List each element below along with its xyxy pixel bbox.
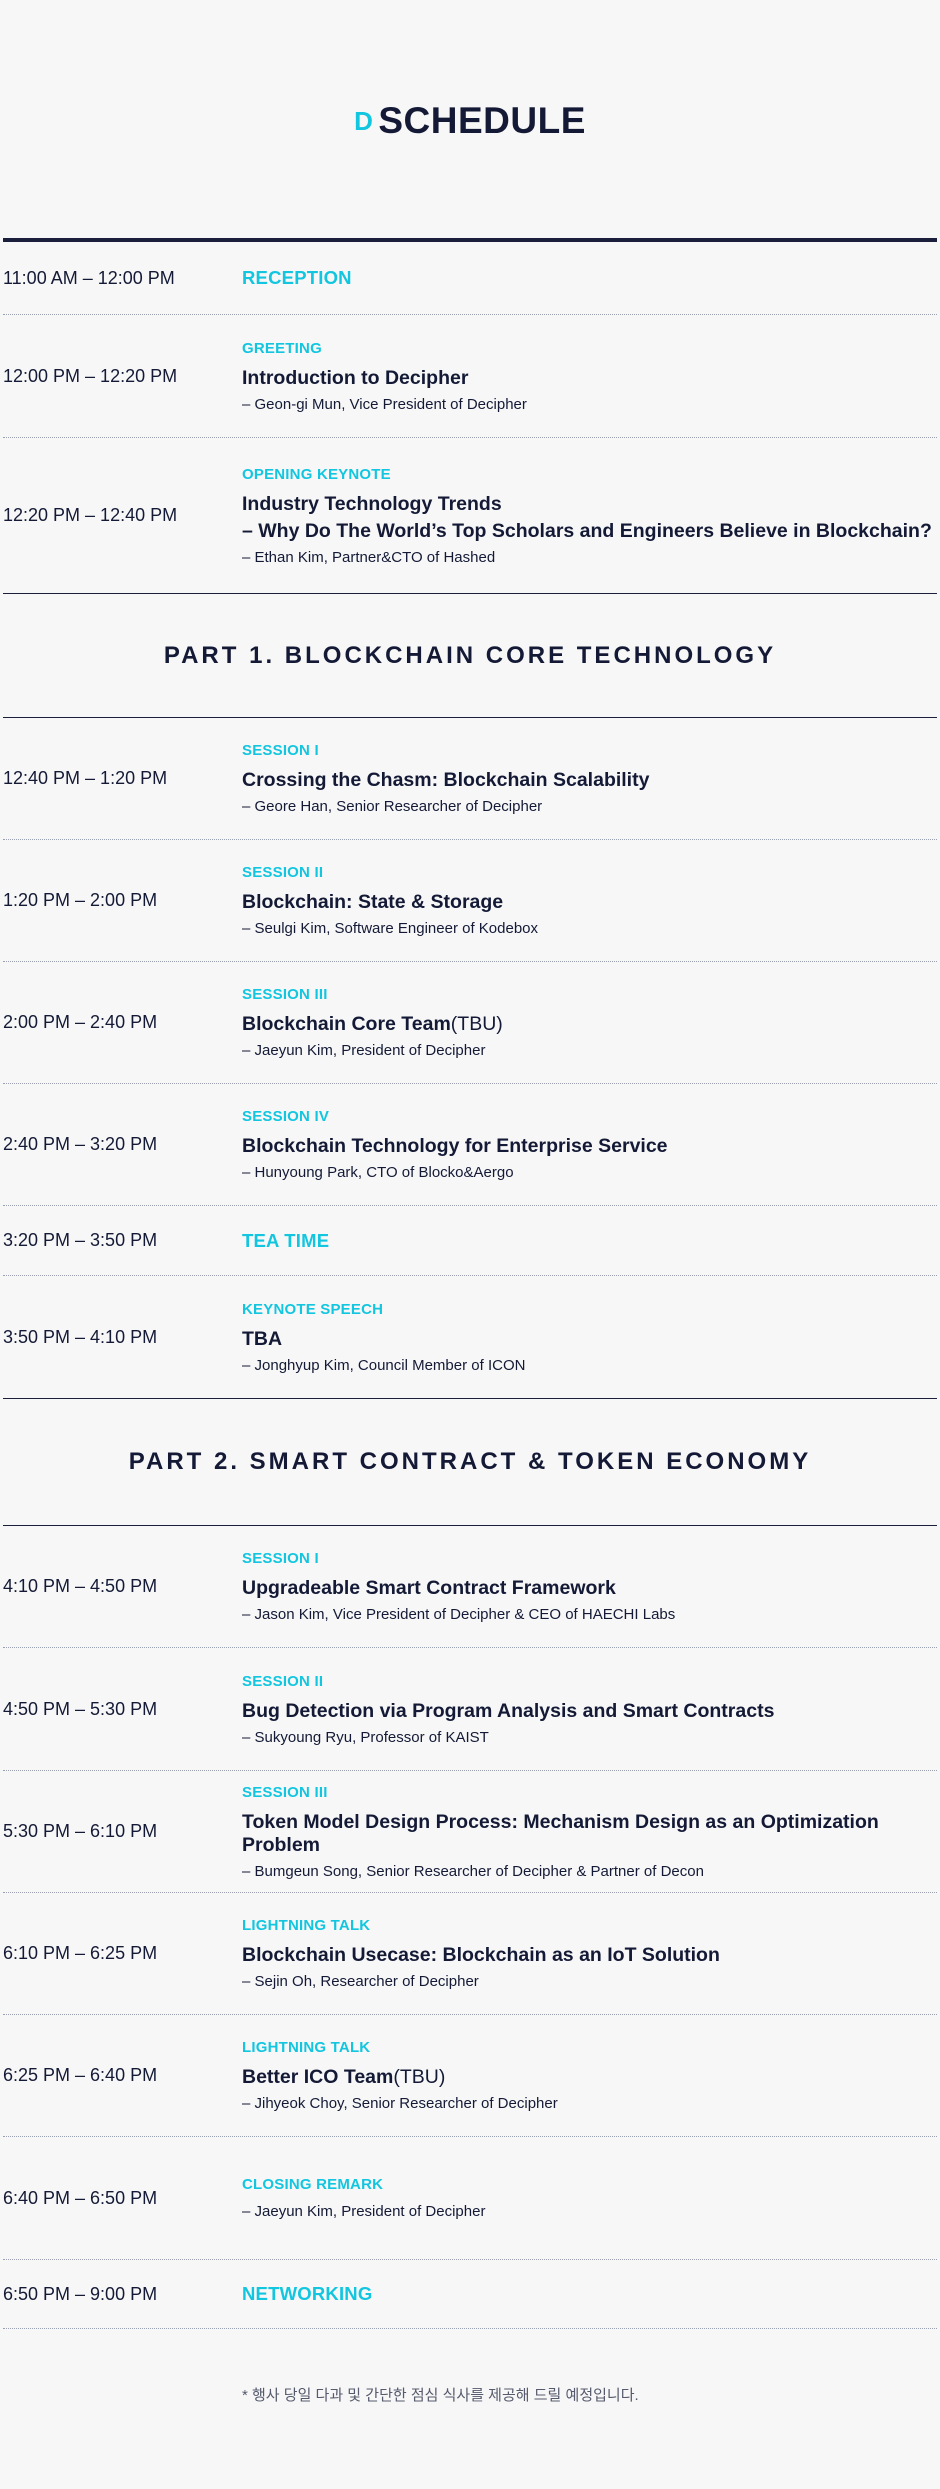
speaker: – Hunyoung Park, CTO of Blocko&Aergo bbox=[242, 1164, 514, 1181]
row-label: CLOSING REMARK bbox=[242, 2176, 384, 2193]
session-subtitle: – Why Do The World’s Top Scholars and En… bbox=[242, 519, 932, 542]
row-time: 12:00 PM – 12:20 PM bbox=[3, 365, 178, 386]
speaker: – Sejin Oh, Researcher of Decipher bbox=[242, 1973, 479, 1990]
schedule-row: 4:10 PM – 4:50 PM SESSION I Upgradeable … bbox=[3, 1526, 937, 1648]
row-label: SESSION II bbox=[242, 864, 324, 881]
row-time: 12:20 PM – 12:40 PM bbox=[3, 505, 178, 525]
row-label: SESSION I bbox=[242, 1550, 319, 1567]
schedule-heading: D SCHEDULE bbox=[0, 100, 940, 142]
session-title: Blockchain Core Team(TBU) bbox=[242, 1013, 937, 1036]
row-time: 4:10 PM – 4:50 PM bbox=[3, 1576, 158, 1596]
schedule-row: 2:40 PM – 3:20 PM SESSION IV Blockchain … bbox=[3, 1084, 937, 1206]
row-time: 5:30 PM – 6:10 PM bbox=[3, 1821, 158, 1841]
schedule-row: 6:10 PM – 6:25 PM LIGHTNING TALK Blockch… bbox=[3, 1893, 937, 2015]
schedule: 11:00 AM – 12:00 PM RECEPTION 12:00 PM –… bbox=[3, 238, 937, 2405]
tbu-tag: (TBU) bbox=[393, 2066, 446, 2088]
schedule-row-networking: 6:50 PM – 9:00 PM NETWORKING bbox=[3, 2260, 937, 2329]
row-label: GREETING bbox=[242, 339, 322, 357]
row-label: NETWORKING bbox=[242, 2283, 373, 2304]
schedule-row: 2:00 PM – 2:40 PM SESSION III Blockchain… bbox=[3, 962, 937, 1084]
decipher-logo-icon: D bbox=[354, 106, 374, 136]
part2-heading: PART 2. SMART CONTRACT & TOKEN ECONOMY bbox=[3, 1399, 937, 1526]
speaker: – Bumgeun Song, Senior Researcher of Dec… bbox=[242, 1862, 704, 1880]
row-label: SESSION IV bbox=[242, 1108, 330, 1125]
schedule-row-opening-keynote: 12:20 PM – 12:40 PM OPENING KEYNOTE Indu… bbox=[3, 438, 937, 594]
session-title: Better ICO Team(TBU) bbox=[242, 2066, 937, 2089]
speaker: – Ethan Kim, Partner&CTO of Hashed bbox=[242, 548, 496, 566]
speaker: – Jonghyup Kim, Council Member of ICON bbox=[242, 1356, 526, 1374]
row-label: SESSION II bbox=[242, 1672, 324, 1690]
row-time: 3:50 PM – 4:10 PM bbox=[3, 1326, 158, 1347]
row-time: 2:00 PM – 2:40 PM bbox=[3, 1012, 158, 1032]
speaker: – Jaeyun Kim, President of Decipher bbox=[242, 1042, 486, 1059]
page-header: D SCHEDULE bbox=[0, 0, 940, 238]
speaker: – Jaeyun Kim, President of Decipher bbox=[242, 2203, 486, 2220]
row-label: LIGHTNING TALK bbox=[242, 2039, 371, 2056]
row-time: 6:25 PM – 6:40 PM bbox=[3, 2065, 158, 2085]
row-label: KEYNOTE SPEECH bbox=[242, 1300, 384, 1318]
speaker: – Sukyoung Ryu, Professor of KAIST bbox=[242, 1728, 489, 1746]
session-title: Bug Detection via Program Analysis and S… bbox=[242, 1699, 775, 1722]
session-title: TBA bbox=[242, 1327, 283, 1350]
schedule-row: 4:50 PM – 5:30 PM SESSION II Bug Detecti… bbox=[3, 1648, 937, 1771]
session-title: Blockchain Technology for Enterprise Ser… bbox=[242, 1135, 668, 1157]
session-title-text: Better ICO Team bbox=[242, 2066, 394, 2088]
row-time: 4:50 PM – 5:30 PM bbox=[3, 1698, 158, 1719]
speaker: – Jihyeok Choy, Senior Researcher of Dec… bbox=[242, 2095, 558, 2112]
session-title: Industry Technology Trends bbox=[242, 492, 502, 515]
schedule-row: 1:20 PM – 2:00 PM SESSION II Blockchain:… bbox=[3, 840, 937, 962]
session-title: Introduction to Decipher bbox=[242, 366, 469, 389]
session-title-text: Blockchain Core Team bbox=[242, 1013, 451, 1035]
session-title: Upgradeable Smart Contract Framework bbox=[242, 1577, 616, 1599]
row-time: 3:20 PM – 3:50 PM bbox=[3, 1230, 158, 1250]
row-time: 6:40 PM – 6:50 PM bbox=[3, 2187, 158, 2208]
schedule-row: 6:25 PM – 6:40 PM LIGHTNING TALK Better … bbox=[3, 2015, 937, 2137]
part1-heading: PART 1. BLOCKCHAIN CORE TECHNOLOGY bbox=[3, 594, 937, 718]
schedule-row-greeting: 12:00 PM – 12:20 PM GREETING Introductio… bbox=[3, 315, 937, 438]
row-time: 2:40 PM – 3:20 PM bbox=[3, 1134, 158, 1154]
row-time: 6:10 PM – 6:25 PM bbox=[3, 1943, 158, 1963]
schedule-row: 12:40 PM – 1:20 PM SESSION I Crossing th… bbox=[3, 718, 937, 840]
row-label: OPENING KEYNOTE bbox=[242, 465, 391, 483]
row-time: 12:40 PM – 1:20 PM bbox=[3, 768, 168, 788]
speaker: – Geore Han, Senior Researcher of Deciph… bbox=[242, 798, 543, 815]
schedule-row-closing-remark: 6:40 PM – 6:50 PM CLOSING REMARK – Jaeyu… bbox=[3, 2137, 937, 2260]
row-label: RECEPTION bbox=[242, 267, 352, 288]
row-time: 11:00 AM – 12:00 PM bbox=[3, 267, 175, 288]
speaker: – Jason Kim, Vice President of Decipher … bbox=[242, 1606, 676, 1623]
schedule-row: 5:30 PM – 6:10 PM SESSION III Token Mode… bbox=[3, 1771, 937, 1893]
row-label: SESSION III bbox=[242, 986, 328, 1003]
row-label: SESSION III bbox=[242, 1783, 328, 1801]
speaker: – Geon-gi Mun, Vice President of Deciphe… bbox=[242, 395, 527, 413]
row-label: LIGHTNING TALK bbox=[242, 1917, 371, 1934]
session-title: Blockchain Usecase: Blockchain as an IoT… bbox=[242, 1944, 720, 1966]
row-label: SESSION I bbox=[242, 742, 319, 759]
row-label: TEA TIME bbox=[242, 1229, 330, 1251]
session-title: Crossing the Chasm: Blockchain Scalabili… bbox=[242, 769, 650, 791]
schedule-row-tea-time: 3:20 PM – 3:50 PM TEA TIME bbox=[3, 1206, 937, 1276]
row-time: 6:50 PM – 9:00 PM bbox=[3, 2283, 158, 2304]
schedule-row: 3:50 PM – 4:10 PM KEYNOTE SPEECH TBA – J… bbox=[3, 1276, 937, 1399]
row-time: 1:20 PM – 2:00 PM bbox=[3, 890, 158, 910]
session-title: Blockchain: State & Storage bbox=[242, 891, 504, 913]
tbu-tag: (TBU) bbox=[450, 1013, 503, 1035]
session-title: Token Model Design Process: Mechanism De… bbox=[242, 1810, 879, 1856]
speaker: – Seulgi Kim, Software Engineer of Kodeb… bbox=[242, 920, 539, 937]
footnote: * 행사 당일 다과 및 간단한 점심 식사를 제공해 드릴 예정입니다. bbox=[242, 2387, 639, 2404]
page-title: SCHEDULE bbox=[378, 100, 586, 141]
schedule-row-reception: 11:00 AM – 12:00 PM RECEPTION bbox=[3, 242, 937, 315]
